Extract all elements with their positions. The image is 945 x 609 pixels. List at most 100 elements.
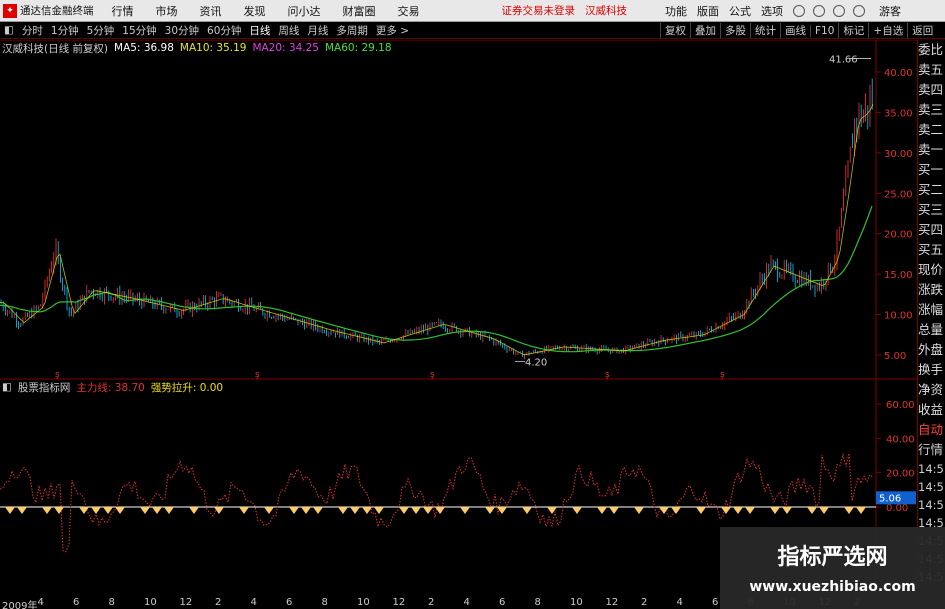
menu-trade[interactable]: 交易 [398, 3, 420, 19]
menu-formula[interactable]: 公式 [729, 3, 751, 19]
tool-f10[interactable]: F10 [810, 24, 838, 37]
chart-title: 汉威科技(日线 前复权) [2, 42, 109, 55]
tab-15min[interactable]: 15分钟 [122, 23, 156, 38]
right-menu: 功能 版面 公式 选项 游客 [665, 0, 911, 22]
user-label[interactable]: 游客 [879, 3, 901, 19]
pull-up-diamond [844, 507, 854, 514]
pull-up-diamond [485, 507, 495, 514]
menu-market[interactable]: 市场 [156, 3, 178, 19]
side-side-bottom-title[interactable]: 自动 [918, 420, 945, 440]
side-label: 买二 [918, 182, 944, 197]
notification-icon[interactable] [813, 5, 825, 17]
tab-1min[interactable]: 1分钟 [51, 23, 79, 38]
watermark: 指标严选网 www.xuezhibiao.com [720, 527, 945, 609]
main-chart-info: 汉威科技(日线 前复权) MA5: 36.98 MA10: 35.19 MA20… [2, 41, 392, 55]
stock-name: 汉威科技 [585, 5, 627, 17]
side-label: 卖二 [918, 122, 944, 137]
pull-up-diamond [745, 507, 755, 514]
side-time: 14:5 [918, 498, 944, 512]
menu-news[interactable]: 资讯 [200, 3, 222, 19]
menu-discover[interactable]: 发现 [244, 3, 266, 19]
event-marker: ş [55, 370, 60, 380]
side-time: 14:5 [918, 462, 944, 476]
tab-multi-period[interactable]: 多周期 [336, 23, 368, 38]
pull-up-diamond [91, 507, 101, 514]
pull-up-diamond [152, 507, 162, 514]
close-icon[interactable] [853, 5, 865, 17]
pull-up-diamond [164, 507, 174, 514]
side-label: 卖五 [918, 62, 944, 77]
app-logo: ✦ [3, 3, 17, 18]
pull-up-diamond [634, 507, 644, 514]
menu-ask[interactable]: 问小达 [288, 3, 321, 19]
chart-toolbar: 复权 叠加 多股 统计 画线 F10 标记 +自选 返回 [660, 22, 937, 39]
ma60-value: MA60: 29.18 [324, 42, 392, 54]
x-axis-label: 12 [605, 597, 619, 608]
sub-panel-toggle-icon[interactable]: ◧ [2, 381, 12, 393]
minimize-icon[interactable] [833, 5, 845, 17]
x-axis-label: 12 [392, 597, 406, 608]
tool-back[interactable]: 返回 [907, 23, 937, 38]
watermark-url: www.xuezhibiao.com [749, 579, 916, 595]
menu-function[interactable]: 功能 [665, 3, 687, 19]
x-axis-label: 4 [463, 597, 470, 608]
side-label: 换手 [918, 362, 944, 377]
pull-up-diamond [435, 507, 445, 514]
tab-more[interactable]: 更多 > [376, 23, 409, 38]
ma5-value: MA5: 36.98 [114, 42, 174, 54]
pull-up-diamond [460, 507, 470, 514]
x-axis-label: 10 [570, 597, 583, 608]
pull-up-diamond [289, 507, 299, 514]
pull-up-diamond [696, 507, 706, 514]
pull-up-diamond [547, 507, 557, 514]
x-axis-label: 2 [641, 597, 648, 608]
x-axis-label: 6 [73, 597, 80, 608]
pull-up-diamond [362, 507, 372, 514]
main-line-value: 主力线: 38.70 [76, 381, 145, 394]
app-title: 通达信金融终端 [20, 5, 94, 17]
x-axis-label: 6 [286, 597, 293, 608]
trade-login-status[interactable]: 证券交易未登录 [502, 3, 576, 18]
panel-toggle-icon[interactable]: ◧ [4, 24, 14, 36]
side-label: 卖四 [918, 82, 944, 97]
pull-up-diamond [819, 507, 829, 514]
price-tick-label: 5.00 [884, 351, 906, 362]
pull-up-diamond [313, 507, 323, 514]
price-tick-label: 20.00 [884, 230, 913, 241]
tab-weekly[interactable]: 周线 [278, 23, 299, 38]
pull-up-diamond [733, 507, 743, 514]
tab-5min[interactable]: 5分钟 [87, 23, 115, 38]
side-label: 卖一 [918, 142, 944, 157]
pull-up-diamond [721, 507, 731, 514]
tool-add-watchlist[interactable]: +自选 [868, 23, 907, 38]
x-axis-label: 2 [428, 597, 435, 608]
menu-wealth[interactable]: 财富圈 [343, 3, 376, 19]
menu-layout[interactable]: 版面 [697, 3, 719, 19]
pull-up-diamond [42, 507, 52, 514]
event-marker: ş [605, 370, 610, 380]
tool-multi-stock[interactable]: 多股 [720, 23, 750, 38]
current-value-label: 5.06 [879, 493, 901, 504]
tool-draw[interactable]: 画线 [780, 23, 810, 38]
menu-market-quote[interactable]: 行情 [112, 3, 134, 19]
tool-mark[interactable]: 标记 [838, 23, 868, 38]
side-side-bottom-sub[interactable]: 行情 [918, 440, 945, 460]
pull-up-diamond [239, 507, 249, 514]
event-marker: ş [255, 370, 260, 380]
tool-overlay[interactable]: 叠加 [690, 23, 720, 38]
x-axis-label: 2009年 [2, 601, 38, 609]
x-axis-label: 8 [534, 597, 541, 608]
tab-60min[interactable]: 60分钟 [207, 23, 241, 38]
tool-statistics[interactable]: 统计 [750, 23, 780, 38]
tab-daily[interactable]: 日线 [249, 23, 270, 38]
quote-side-panel: 委比 卖五 卖四 卖三 卖二 卖一 买一 买二 买三 买四 买五 现价 涨跌 涨幅 总量 外盘 换手 净资 收益 自动… [917, 40, 945, 600]
kline-chart[interactable]: 40.00 35.00 30.00 25.00 20.00 15.00 10.00 5.00 6… [0, 40, 917, 597]
pull-up-diamond [115, 507, 125, 514]
side-label: 外盘 [918, 342, 944, 357]
tab-30min[interactable]: 30分钟 [165, 23, 199, 38]
tab-timeshare[interactable]: 分时 [22, 23, 43, 38]
tool-restore-rights[interactable]: 复权 [660, 23, 690, 38]
refresh-icon[interactable] [793, 5, 805, 17]
tab-monthly[interactable]: 月线 [307, 23, 328, 38]
menu-options[interactable]: 选项 [761, 3, 783, 19]
